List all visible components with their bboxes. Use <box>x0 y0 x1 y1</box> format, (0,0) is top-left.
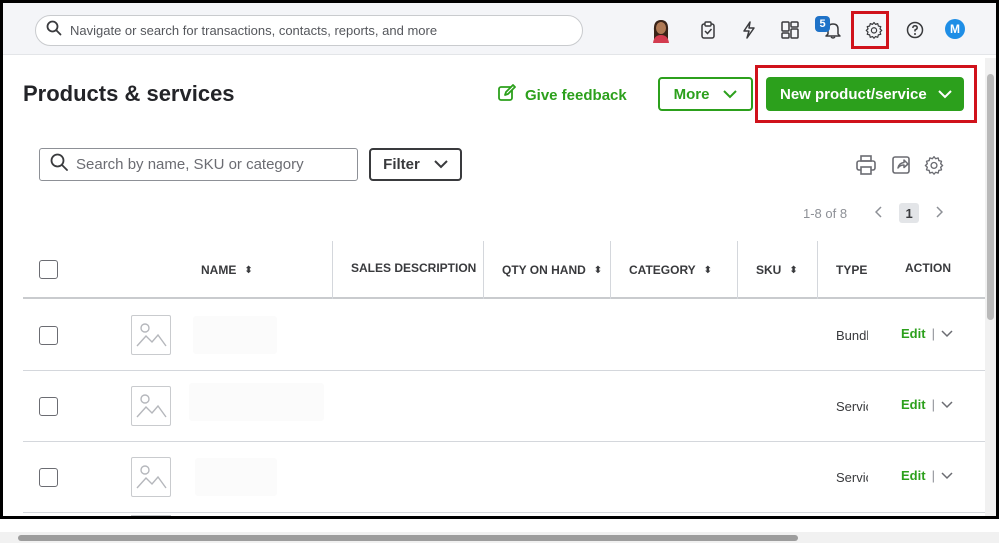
column-header-sku[interactable]: SKU ⬍ <box>756 241 798 299</box>
sort-icon: ⬍ <box>789 264 798 276</box>
column-divider <box>737 241 738 299</box>
type-cell: Bundle <box>836 328 868 343</box>
horizontal-scrollbar[interactable] <box>0 532 999 543</box>
more-button[interactable]: More <box>658 77 753 111</box>
column-divider <box>610 241 611 299</box>
product-search-placeholder: Search by name, SKU or category <box>76 156 304 173</box>
user-avatar[interactable]: M <box>945 19 965 39</box>
global-search-placeholder: Navigate or search for transactions, con… <box>70 23 438 38</box>
column-label: CATEGORY <box>629 263 696 277</box>
row-action: Edit | <box>901 397 953 412</box>
column-divider <box>483 241 484 299</box>
apps-icon[interactable] <box>776 16 804 44</box>
settings-highlight-box <box>851 11 889 49</box>
help-icon[interactable] <box>901 16 929 44</box>
row-checkbox[interactable] <box>39 326 58 345</box>
give-feedback-label: Give feedback <box>525 86 627 104</box>
table-header: NAME ⬍ SALES DESCRIPTION QTY ON HAND ⬍ CAT… <box>23 241 985 299</box>
chevron-down-icon <box>434 156 448 173</box>
vertical-scrollbar[interactable] <box>985 58 996 516</box>
pagination-range: 1-8 of 8 <box>803 205 848 221</box>
column-header-type[interactable]: TYPE <box>836 241 867 299</box>
table-settings-gear-icon[interactable] <box>922 153 946 177</box>
action-divider: | <box>931 468 935 483</box>
image-placeholder-icon <box>131 515 171 516</box>
column-divider <box>332 241 333 299</box>
edit-link[interactable]: Edit <box>901 326 926 341</box>
search-icon <box>46 20 62 41</box>
table-row[interactable]: Service Edit | <box>23 371 985 442</box>
app-window: Navigate or search for transactions, con… <box>0 0 999 519</box>
image-placeholder-icon[interactable] <box>131 315 171 355</box>
print-icon[interactable] <box>854 153 878 177</box>
column-header-category[interactable]: CATEGORY ⬍ <box>629 241 712 299</box>
column-label: ACTION <box>905 261 951 275</box>
column-label: QTY ON HAND <box>502 263 586 277</box>
search-icon <box>50 153 68 176</box>
sort-icon: ⬍ <box>703 264 713 276</box>
top-bar: Navigate or search for transactions, con… <box>3 3 996 55</box>
pagination: 1-8 of 8 1 <box>803 203 944 223</box>
next-page-chevron-icon[interactable] <box>935 205 944 221</box>
new-button-highlight-box <box>755 65 977 123</box>
scrollbar-thumb[interactable] <box>18 535 798 541</box>
image-placeholder-icon[interactable] <box>131 386 171 426</box>
column-header-qty-on-hand[interactable]: QTY ON HAND ⬍ <box>502 241 602 299</box>
action-divider: | <box>931 326 935 341</box>
image-placeholder-icon[interactable] <box>131 457 171 497</box>
select-all-checkbox[interactable] <box>39 260 58 279</box>
user-photo-avatar[interactable] <box>649 17 673 43</box>
type-cell: Service <box>836 399 868 414</box>
global-search-input[interactable]: Navigate or search for transactions, con… <box>35 15 583 46</box>
action-divider: | <box>931 397 935 412</box>
feedback-pencil-icon <box>497 83 517 107</box>
current-page-button[interactable]: 1 <box>899 203 920 223</box>
row-action: Edit | <box>901 326 953 341</box>
chevron-down-icon[interactable] <box>941 397 953 412</box>
page-title: Products & services <box>23 81 235 106</box>
product-search-input[interactable]: Search by name, SKU or category <box>39 148 358 181</box>
export-icon[interactable] <box>889 153 913 177</box>
sort-icon: ⬍ <box>244 264 253 276</box>
column-header-name[interactable]: NAME ⬍ <box>201 241 253 299</box>
row-checkbox[interactable] <box>39 397 58 416</box>
filter-button[interactable]: Filter <box>369 148 462 181</box>
column-header-action: ACTION <box>905 239 951 297</box>
column-divider <box>817 241 818 299</box>
column-label: TYPE <box>836 263 868 277</box>
chevron-down-icon <box>723 86 738 103</box>
table-row[interactable]: Bundle Edit | <box>23 300 985 371</box>
row-checkbox[interactable] <box>39 468 58 487</box>
prev-page-chevron-icon[interactable] <box>875 205 883 221</box>
column-label: SALES DESCRIPTION <box>351 261 477 275</box>
type-cell: Service <box>836 470 868 485</box>
chevron-down-icon[interactable] <box>941 468 953 483</box>
product-name-redacted <box>193 316 277 354</box>
notification-count-badge: 5 <box>815 16 830 32</box>
column-label: NAME <box>201 263 237 277</box>
product-name-redacted <box>195 458 277 496</box>
chevron-down-icon[interactable] <box>941 326 953 341</box>
scrollbar-thumb[interactable] <box>987 74 994 320</box>
give-feedback-link[interactable]: Give feedback <box>497 83 627 107</box>
edit-link[interactable]: Edit <box>901 397 926 412</box>
row-action: Edit | <box>901 468 953 483</box>
column-label: SKU <box>756 263 782 277</box>
filter-label: Filter <box>383 156 420 173</box>
table-row[interactable]: Service Edit | <box>23 442 985 513</box>
tasks-icon[interactable] <box>694 16 722 44</box>
product-name-redacted <box>189 383 324 421</box>
lightning-icon[interactable] <box>735 16 763 44</box>
column-header-sales-description[interactable]: SALES DESCRIPTION <box>351 239 476 297</box>
more-label: More <box>673 85 710 103</box>
sort-icon: ⬍ <box>593 264 603 276</box>
edit-link[interactable]: Edit <box>901 468 926 483</box>
